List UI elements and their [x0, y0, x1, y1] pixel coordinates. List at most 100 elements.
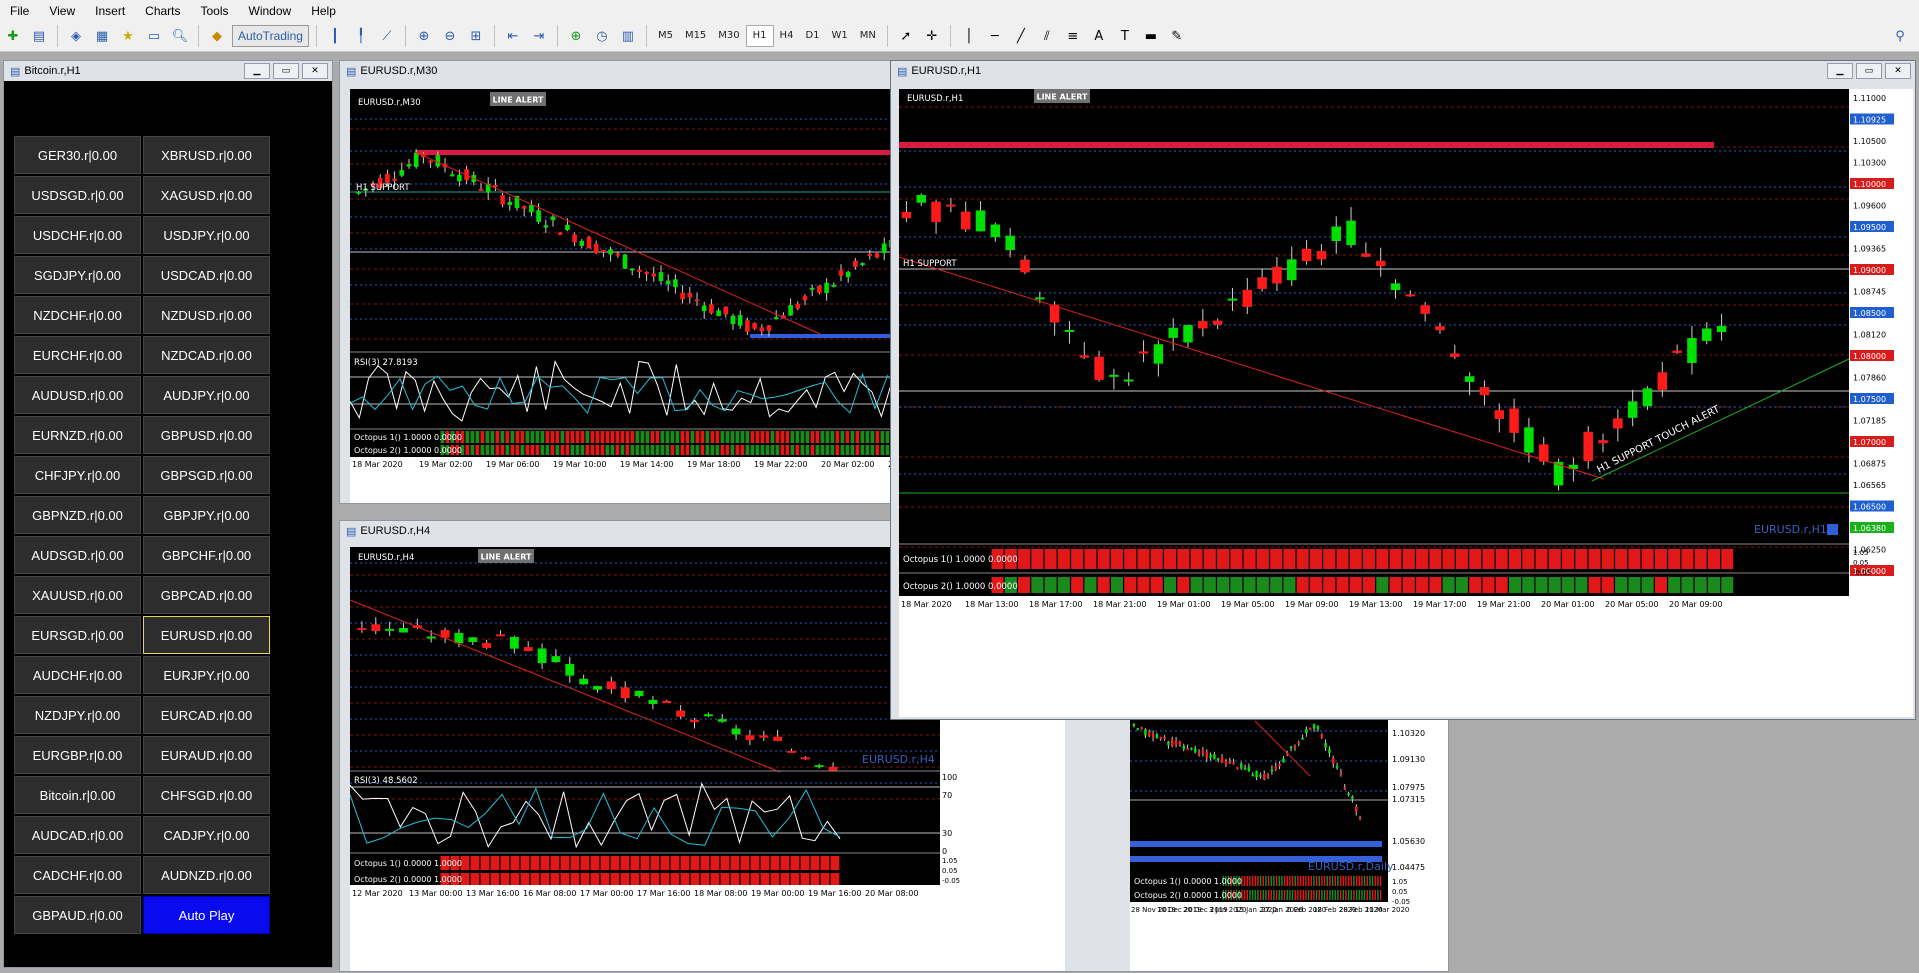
- terminal-icon[interactable]: ▭: [143, 25, 165, 47]
- symbol-button[interactable]: CHFJPY.r|0.00: [14, 456, 141, 494]
- symbol-button[interactable]: XBRUSD.r|0.00: [143, 136, 270, 174]
- timeframe-m30[interactable]: M30: [712, 26, 745, 46]
- menu-file[interactable]: File: [0, 4, 39, 18]
- symbol-button[interactable]: GBPAUD.r|0.00: [14, 896, 141, 934]
- profiles-icon[interactable]: ▤: [28, 25, 50, 47]
- minimize-button[interactable]: ▁: [1827, 63, 1853, 79]
- autoscroll-icon[interactable]: ⇤: [502, 25, 524, 47]
- symbol-button[interactable]: USDJPY.r|0.00: [143, 216, 270, 254]
- m30-chart-svg[interactable]: EURUSD.r,M30 H1 SUPPORT LINE ALERT RSI(3) 2…: [350, 89, 898, 503]
- symbol-button[interactable]: USDCAD.r|0.00: [143, 256, 270, 294]
- chart-area-daily[interactable]: 1.10320 1.09130 1.07975 1.07315 1.05630 1.044…: [1130, 716, 1448, 971]
- arrows-icon[interactable]: ▬: [1140, 25, 1162, 47]
- symbol-button[interactable]: AUDCHF.r|0.00: [14, 656, 141, 694]
- timeframe-d1[interactable]: D1: [799, 26, 825, 46]
- symbol-button[interactable]: EURUSD.r|0.00: [143, 616, 270, 654]
- symbol-button[interactable]: XAGUSD.r|0.00: [143, 176, 270, 214]
- symbol-button[interactable]: EURJPY.r|0.00: [143, 656, 270, 694]
- fibo-icon[interactable]: ≡: [1062, 25, 1084, 47]
- menu-insert[interactable]: Insert: [85, 4, 135, 18]
- bar-chart-icon[interactable]: ┃: [324, 25, 346, 47]
- timeframe-mn[interactable]: MN: [854, 26, 882, 46]
- maximize-button[interactable]: ▭: [273, 63, 299, 79]
- zoom-in-icon[interactable]: ⊕: [413, 25, 435, 47]
- symbol-button[interactable]: NZDJPY.r|0.00: [14, 696, 141, 734]
- symbol-button[interactable]: CADJPY.r|0.00: [143, 816, 270, 854]
- zoom-out-icon[interactable]: ⊖: [439, 25, 461, 47]
- timeframe-w1[interactable]: W1: [826, 26, 854, 46]
- menu-help[interactable]: Help: [301, 4, 346, 18]
- chart-area[interactable]: EURUSD.r,H1 H1 SUPPORT LINE ALERT H1 SUPPOR…: [899, 89, 1913, 717]
- symbol-button[interactable]: AUDUSD.r|0.00: [14, 376, 141, 414]
- symbol-button[interactable]: EURCAD.r|0.00: [143, 696, 270, 734]
- timeframe-h1[interactable]: H1: [745, 25, 774, 47]
- periods-icon[interactable]: ◷: [591, 25, 613, 47]
- h1-chart-svg[interactable]: EURUSD.r,H1 H1 SUPPORT LINE ALERT H1 SUPPOR…: [899, 89, 1913, 717]
- timeframe-m5[interactable]: M5: [652, 26, 679, 46]
- channel-icon[interactable]: ⫽: [1036, 25, 1058, 47]
- text-label-icon[interactable]: T: [1114, 25, 1136, 47]
- horizontal-line-icon[interactable]: ─: [984, 25, 1006, 47]
- symbol-button[interactable]: AUDCAD.r|0.00: [14, 816, 141, 854]
- symbol-button[interactable]: EURCHF.r|0.00: [14, 336, 141, 374]
- text-icon[interactable]: A: [1088, 25, 1110, 47]
- tile-windows-icon[interactable]: ⊞: [465, 25, 487, 47]
- indicators-icon[interactable]: ⊕: [565, 25, 587, 47]
- symbol-button[interactable]: EURGBP.r|0.00: [14, 736, 141, 774]
- symbol-button[interactable]: CADCHF.r|0.00: [14, 856, 141, 894]
- symbol-button[interactable]: GBPCAD.r|0.00: [143, 576, 270, 614]
- new-order-icon[interactable]: ◆: [206, 25, 228, 47]
- crosshair-icon[interactable]: ✛: [921, 25, 943, 47]
- symbol-button[interactable]: EURSGD.r|0.00: [14, 616, 141, 654]
- close-button[interactable]: ✕: [302, 63, 328, 79]
- chart-area[interactable]: EURUSD.r,M30 H1 SUPPORT LINE ALERT RSI(3) 2…: [350, 89, 898, 503]
- line-chart-icon[interactable]: ⟋: [376, 25, 398, 47]
- autotrading-button[interactable]: AutoTrading: [232, 25, 309, 47]
- symbol-button[interactable]: AUDSGD.r|0.00: [14, 536, 141, 574]
- timeframe-h4[interactable]: H4: [774, 26, 800, 46]
- symbol-button[interactable]: GBPJPY.r|0.00: [143, 496, 270, 534]
- symbol-button[interactable]: GBPSGD.r|0.00: [143, 456, 270, 494]
- auto-play-button[interactable]: Auto Play: [143, 896, 270, 934]
- templates-icon[interactable]: ▥: [617, 25, 639, 47]
- symbol-button[interactable]: NZDCHF.r|0.00: [14, 296, 141, 334]
- symbol-button[interactable]: XAUUSD.r|0.00: [14, 576, 141, 614]
- symbol-button[interactable]: Bitcoin.r|0.00: [14, 776, 141, 814]
- symbol-button[interactable]: GBPCHF.r|0.00: [143, 536, 270, 574]
- symbol-button[interactable]: GBPUSD.r|0.00: [143, 416, 270, 454]
- symbol-button[interactable]: GER30.r|0.00: [14, 136, 141, 174]
- new-chart-icon[interactable]: ✚: [2, 25, 24, 47]
- navigator-icon[interactable]: ★: [117, 25, 139, 47]
- minimize-button[interactable]: ▁: [244, 63, 270, 79]
- market-watch-icon[interactable]: ◈: [65, 25, 87, 47]
- tester-icon[interactable]: 🔍︎: [169, 25, 191, 47]
- symbol-button[interactable]: CHFSGD.r|0.00: [143, 776, 270, 814]
- menu-charts[interactable]: Charts: [135, 4, 190, 18]
- symbol-button[interactable]: EURNZD.r|0.00: [14, 416, 141, 454]
- window-titlebar[interactable]: ▤ EURUSD.r,M30: [340, 61, 898, 81]
- menu-tools[interactable]: Tools: [191, 4, 239, 18]
- candlestick-icon[interactable]: ╿: [350, 25, 372, 47]
- menu-view[interactable]: View: [39, 4, 85, 18]
- symbol-button[interactable]: USDSGD.r|0.00: [14, 176, 141, 214]
- symbol-button[interactable]: AUDJPY.r|0.00: [143, 376, 270, 414]
- symbol-button[interactable]: NZDUSD.r|0.00: [143, 296, 270, 334]
- menu-window[interactable]: Window: [239, 4, 302, 18]
- symbol-button[interactable]: USDCHF.r|0.00: [14, 216, 141, 254]
- cursor-icon[interactable]: ➚: [895, 25, 917, 47]
- symbol-button[interactable]: AUDNZD.r|0.00: [143, 856, 270, 894]
- symbol-button[interactable]: EURAUD.r|0.00: [143, 736, 270, 774]
- close-button[interactable]: ✕: [1885, 63, 1911, 79]
- search-icon[interactable]: ⚲: [1889, 25, 1911, 47]
- symbol-button[interactable]: GBPNZD.r|0.00: [14, 496, 141, 534]
- chart-shift-icon[interactable]: ⇥: [528, 25, 550, 47]
- daily-chart-svg[interactable]: 1.10320 1.09130 1.07975 1.07315 1.05630 1.044…: [1130, 716, 1448, 971]
- vertical-line-icon[interactable]: │: [958, 25, 980, 47]
- symbol-button[interactable]: NZDCAD.r|0.00: [143, 336, 270, 374]
- more-tools-icon[interactable]: ✎: [1166, 25, 1188, 47]
- data-window-icon[interactable]: ▦: [91, 25, 113, 47]
- trendline-icon[interactable]: ╱: [1010, 25, 1032, 47]
- window-titlebar[interactable]: ▤ Bitcoin.r,H1 ▁ ▭ ✕: [4, 61, 332, 81]
- timeframe-m15[interactable]: M15: [679, 26, 712, 46]
- symbol-button[interactable]: SGDJPY.r|0.00: [14, 256, 141, 294]
